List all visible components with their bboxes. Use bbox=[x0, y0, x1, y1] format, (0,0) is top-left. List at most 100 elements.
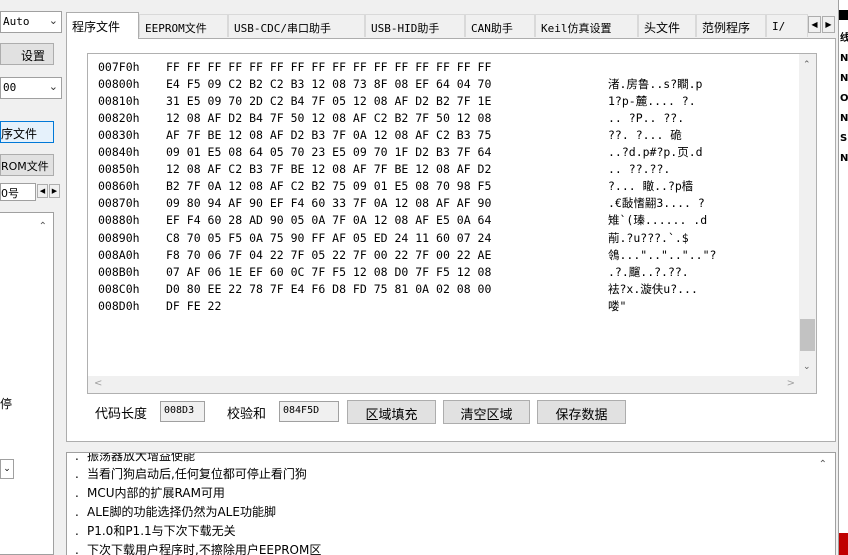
bullet-icon: . bbox=[75, 486, 79, 500]
save-data-button[interactable]: 保存数据 bbox=[537, 400, 626, 424]
scroll-corner bbox=[799, 376, 816, 393]
edge-char: O bbox=[840, 93, 848, 104]
log-line: . ALE脚的功能选择仍然为ALE功能脚 bbox=[75, 503, 276, 520]
frequency-combo-value: 00 bbox=[3, 81, 17, 94]
hex-row-bytes: B2 7F 0A 12 08 AF C2 B2 75 09 01 E5 08 7… bbox=[166, 179, 492, 194]
open-eeprom-file-button[interactable]: ROM文件 bbox=[0, 154, 54, 176]
scroll-thumb[interactable] bbox=[800, 319, 815, 351]
bullet-icon: . bbox=[75, 524, 79, 538]
scroll-right-icon[interactable]: > bbox=[787, 378, 795, 389]
hex-row-ascii: 喽" bbox=[608, 298, 627, 313]
hex-row-ascii: 袪?x.漩伕u?... bbox=[608, 281, 698, 296]
hex-row-address: 00850h bbox=[98, 162, 140, 177]
main-tab-bar: 程序文件 EEPROM文件 USB-CDC/串口助手 USB-HID助手 CAN… bbox=[66, 12, 836, 39]
scroll-up-icon[interactable]: ⌃ bbox=[819, 459, 827, 470]
hex-row-address: 00800h bbox=[98, 77, 140, 92]
tab-keil-simulation[interactable]: Keil仿真设置 bbox=[535, 14, 638, 37]
hex-row-ascii: 萷.?u???.`.$ bbox=[608, 230, 689, 245]
edge-char: N bbox=[840, 113, 848, 124]
hex-row-ascii: ?... 瞮..?p樯 bbox=[608, 179, 694, 194]
hex-row-address: 008B0h bbox=[98, 264, 140, 279]
left-panel-text: 停 bbox=[0, 397, 13, 411]
hex-row-ascii: .?.飀..?.??. bbox=[608, 264, 689, 279]
scroll-down-icon[interactable]: ⌄ bbox=[803, 362, 811, 372]
bullet-icon: . bbox=[75, 452, 79, 463]
open-program-file-button[interactable]: 序文件 bbox=[0, 121, 54, 143]
hex-row-ascii: .. ??.??. bbox=[608, 162, 671, 177]
left-list-panel[interactable]: ⌃ 停 ⌄ bbox=[0, 212, 54, 555]
tab-usb-cdc-serial[interactable]: USB-CDC/串口助手 bbox=[228, 14, 365, 37]
hex-row-bytes: DF FE 22 bbox=[166, 298, 222, 313]
tab-program-file[interactable]: 程序文件 bbox=[66, 12, 139, 39]
hex-row-bytes: E4 F5 09 C2 B2 C2 B3 12 08 73 8F 08 EF 6… bbox=[166, 77, 492, 92]
log-line-text: MCU内部的扩展RAM可用 bbox=[87, 486, 225, 500]
hex-row-address: 00890h bbox=[98, 230, 140, 245]
log-line-text: 振荡器放大增益使能 bbox=[87, 452, 196, 463]
hex-row-ascii: 鴒...".."..".."? bbox=[608, 247, 717, 262]
hex-row-ascii: 雉`(瑧...... .d bbox=[608, 213, 708, 228]
scroll-left-icon[interactable]: < bbox=[94, 378, 102, 389]
hex-row-address: 00870h bbox=[98, 196, 140, 211]
frequency-combo[interactable]: 00 ⌄ bbox=[0, 77, 62, 99]
left-dropdown[interactable]: ⌄ bbox=[0, 459, 14, 479]
code-length-label: 代码长度 bbox=[95, 407, 148, 422]
spin-right-icon[interactable]: ▶ bbox=[49, 184, 60, 198]
hex-row-ascii: 1?p-麓.... ?. bbox=[608, 94, 696, 109]
hex-row-bytes: EF F4 60 28 AD 90 05 0A 7F 0A 12 08 AF E… bbox=[166, 213, 492, 228]
bullet-icon: . bbox=[75, 543, 79, 555]
tab-can-helper[interactable]: CAN助手 bbox=[465, 14, 535, 37]
log-line: . 下次下载用户程序时,不擦除用户EEPROM区 bbox=[75, 541, 321, 555]
spin-left-icon[interactable]: ◀ bbox=[37, 184, 48, 198]
tab-usb-hid[interactable]: USB-HID助手 bbox=[365, 14, 465, 37]
hex-row-address: 008A0h bbox=[98, 247, 140, 262]
right-edge-panel: 线NNONSN bbox=[838, 0, 848, 555]
hex-row-bytes: F8 70 06 7F 04 22 7F 05 22 7F 00 22 7F 0… bbox=[166, 247, 492, 262]
vertical-scrollbar[interactable]: ⌃ ⌄ bbox=[799, 54, 816, 378]
fill-region-button[interactable]: 区域填充 bbox=[347, 400, 436, 424]
checksum-label: 校验和 bbox=[227, 407, 267, 422]
edge-char: N bbox=[840, 73, 848, 84]
log-line: . MCU内部的扩展RAM可用 bbox=[75, 484, 225, 501]
bullet-icon: . bbox=[75, 505, 79, 519]
log-line-text: P1.0和P1.1与下次下载无关 bbox=[87, 524, 236, 538]
hex-row-ascii: ..?d.p#?p.页.d bbox=[608, 145, 703, 160]
tab-example-programs[interactable]: 范例程序 bbox=[696, 14, 766, 37]
tab-eeprom-file[interactable]: EEPROM文件 bbox=[139, 14, 228, 37]
chevron-down-icon: ⌄ bbox=[3, 464, 11, 474]
hex-row-address: 008D0h bbox=[98, 298, 140, 313]
left-control-strip: Auto ⌄ 设置 00 ⌄ 序文件 ROM文件 0号 ◀ ▶ ⌃ 停 ⌄ bbox=[0, 0, 62, 555]
log-line-text: ALE脚的功能选择仍然为ALE功能脚 bbox=[87, 505, 276, 519]
edge-char: N bbox=[840, 153, 848, 164]
hex-row-bytes: 12 08 AF D2 B4 7F 50 12 08 AF C2 B2 7F 5… bbox=[166, 111, 492, 126]
code-length-value: 008D3 bbox=[160, 401, 205, 422]
scroll-up-icon[interactable]: ⌃ bbox=[803, 60, 811, 70]
horizontal-scrollbar[interactable]: < > bbox=[88, 376, 799, 393]
log-line: . 当看门狗启动后,任何复位都可停止看门狗 bbox=[75, 465, 307, 482]
scroll-up-icon[interactable]: ⌃ bbox=[39, 221, 47, 232]
hex-row-ascii: .. ?P.. ??. bbox=[608, 111, 685, 126]
hex-row-ascii: .€敮愭翤3.... ? bbox=[608, 196, 705, 211]
hex-row-bytes: C8 70 05 F5 0A 75 90 FF AF 05 ED 24 11 6… bbox=[166, 230, 492, 245]
hex-viewer[interactable]: 007F0h FF FF FF FF FF FF FF FF FF FF FF F… bbox=[87, 53, 817, 394]
hex-row-address: 008C0h bbox=[98, 281, 140, 296]
tab-io[interactable]: I/ bbox=[766, 14, 808, 37]
tab-scroll-left-icon[interactable]: ◀ bbox=[808, 16, 821, 33]
tab-scroll-right-icon[interactable]: ▶ bbox=[822, 16, 835, 33]
hex-row-address: 00860h bbox=[98, 179, 140, 194]
hex-row-ascii: ??. ?... 硊 bbox=[608, 128, 682, 143]
serial-number-field[interactable]: 0号 bbox=[0, 183, 36, 201]
bullet-icon: . bbox=[75, 467, 79, 481]
options-log-pane[interactable]: . 振荡器放大增益使能 . 当看门狗启动后,任何复位都可停止看门狗. MCU内部的扩展R… bbox=[66, 452, 836, 555]
clear-region-button[interactable]: 清空区域 bbox=[443, 400, 530, 424]
mode-combo-value: Auto bbox=[3, 15, 30, 28]
log-line-text: 下次下载用户程序时,不擦除用户EEPROM区 bbox=[87, 543, 322, 555]
mode-combo[interactable]: Auto ⌄ bbox=[0, 11, 62, 33]
tab-header-files[interactable]: 头文件 bbox=[638, 14, 696, 37]
hex-row-ascii: 渚.房鲁..s?瞷.p bbox=[608, 77, 703, 92]
hex-row-bytes: FF FF FF FF FF FF FF FF FF FF FF FF FF F… bbox=[166, 60, 492, 74]
program-file-panel: 007F0h FF FF FF FF FF FF FF FF FF FF FF F… bbox=[66, 38, 836, 442]
settings-button[interactable]: 设置 bbox=[0, 43, 54, 65]
chevron-down-icon: ⌄ bbox=[48, 80, 58, 93]
hex-row-address: 00810h bbox=[98, 94, 140, 109]
checksum-value: 084F5D bbox=[279, 401, 339, 422]
